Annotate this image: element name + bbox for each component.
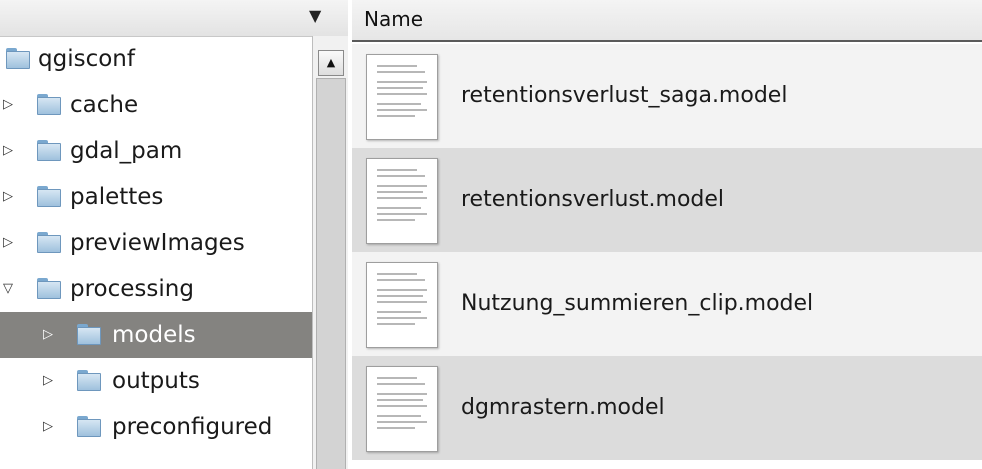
folder-icon: [37, 232, 61, 253]
folder-icon: [37, 278, 61, 299]
tree-item-cache[interactable]: ▷ cache: [0, 82, 312, 128]
scroll-up-icon[interactable]: ▲: [318, 50, 344, 76]
tree-item-label: preconfigured: [112, 414, 273, 440]
file-row[interactable]: dgmrastern.model: [352, 356, 982, 460]
file-row[interactable]: retentionsverlust_saga.model: [352, 44, 982, 148]
expand-arrow-icon[interactable]: ▷: [40, 312, 56, 358]
folder-icon: [6, 48, 30, 69]
document-icon: [366, 54, 438, 140]
tree-header[interactable]: ▼: [0, 0, 348, 37]
tree-item-label: palettes: [70, 184, 164, 210]
folder-tree: qgisconf ▷ cache ▷ gdal_pam ▷ palettes ▷…: [0, 36, 312, 469]
tree-item-label: gdal_pam: [70, 138, 183, 164]
tree-item-preconfigured[interactable]: ▷ preconfigured: [0, 404, 312, 450]
file-name: retentionsverlust.model: [461, 187, 725, 212]
file-name: retentionsverlust_saga.model: [461, 83, 788, 108]
folder-icon: [77, 370, 101, 391]
folder-icon: [37, 140, 61, 161]
document-icon: [366, 262, 438, 348]
folder-icon: [37, 94, 61, 115]
tree-item-label: qgisconf: [38, 46, 135, 72]
tree-item-palettes[interactable]: ▷ palettes: [0, 174, 312, 220]
expand-arrow-icon[interactable]: ▷: [40, 358, 56, 404]
folder-icon: [77, 324, 101, 345]
file-row[interactable]: retentionsverlust.model: [352, 148, 982, 252]
tree-item-label: previewImages: [70, 230, 245, 256]
folder-icon: [37, 186, 61, 207]
dropdown-arrow-icon[interactable]: ▼: [309, 6, 321, 25]
tree-item-processing[interactable]: ▽ processing: [0, 266, 312, 312]
file-name: dgmrastern.model: [461, 395, 665, 420]
tree-scrollbar[interactable]: ▲: [312, 36, 348, 469]
name-column-header[interactable]: Name: [352, 0, 982, 42]
folder-tree-pane: ▼ qgisconf ▷ cache ▷ gdal_pam ▷ palettes…: [0, 0, 348, 469]
tree-item-models[interactable]: ▷ models: [0, 312, 312, 358]
column-header-label: Name: [364, 7, 424, 31]
tree-item-gdal-pam[interactable]: ▷ gdal_pam: [0, 128, 312, 174]
document-icon: [366, 158, 438, 244]
scrollbar-thumb[interactable]: [316, 78, 346, 469]
file-name: Nutzung_summieren_clip.model: [461, 291, 814, 316]
expand-arrow-icon[interactable]: ▷: [40, 404, 56, 450]
collapse-arrow-icon[interactable]: ▽: [0, 266, 16, 312]
expand-arrow-icon[interactable]: ▷: [0, 174, 16, 220]
expand-arrow-icon[interactable]: ▷: [0, 128, 16, 174]
tree-item-qgisconf[interactable]: qgisconf: [0, 36, 312, 82]
document-icon: [366, 366, 438, 452]
tree-item-label: outputs: [112, 368, 200, 394]
tree-item-label: cache: [70, 92, 139, 118]
expand-arrow-icon[interactable]: ▷: [0, 220, 16, 266]
file-list-pane: Name retentionsverlust_saga.model retent…: [352, 0, 982, 469]
expand-arrow-icon[interactable]: ▷: [0, 82, 16, 128]
tree-item-outputs[interactable]: ▷ outputs: [0, 358, 312, 404]
file-row[interactable]: Nutzung_summieren_clip.model: [352, 252, 982, 356]
tree-item-previewimages[interactable]: ▷ previewImages: [0, 220, 312, 266]
tree-item-label: models: [112, 322, 196, 348]
tree-item-label: processing: [70, 276, 194, 302]
folder-icon: [77, 416, 101, 437]
